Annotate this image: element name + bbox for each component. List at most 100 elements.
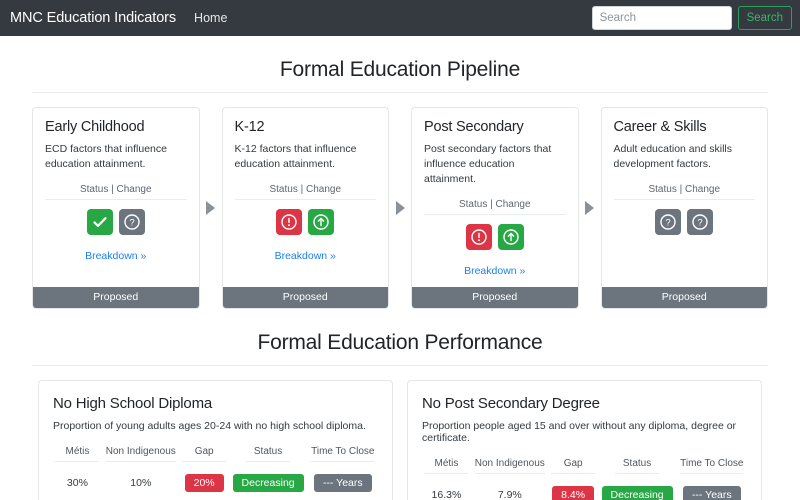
status-change-label: Status | Change — [613, 184, 755, 200]
pipeline-card-footer-status: Proposed — [222, 286, 388, 308]
pipeline-card-title: Early Childhood — [45, 119, 145, 135]
column-header-metis: Métis — [53, 446, 102, 466]
cell-status: Decreasing — [598, 478, 677, 500]
cell-time-to-close: --- Years — [308, 466, 378, 492]
pipeline-card-early-childhood[interactable]: Early Childhood ECD factors that influen… — [32, 107, 200, 309]
table-header-row: Métis Non Indigenous Gap Status Time To … — [53, 446, 378, 466]
brand-title: MNC Education Indicators — [10, 10, 177, 26]
pipeline-divider — [32, 92, 768, 93]
performance-table: Métis Non Indigenous Gap Status Time To … — [422, 458, 747, 500]
column-header-gap: Gap — [180, 446, 229, 466]
column-header-gap: Gap — [549, 458, 598, 478]
svg-text:?: ? — [129, 218, 134, 229]
question-icon[interactable]: ? — [687, 209, 714, 235]
performance-section: Formal Education Performance No High Sch… — [0, 309, 800, 500]
svg-text:?: ? — [666, 218, 671, 229]
status-badge: Decreasing — [232, 473, 304, 492]
breakdown-link[interactable]: Breakdown » — [464, 265, 525, 277]
pipeline-card-description: ECD factors that influence education att… — [45, 143, 167, 170]
pipeline-section: Formal Education Pipeline Early Childhoo… — [0, 36, 800, 309]
performance-card-description: Proportion of young adults ages 20-24 wi… — [53, 419, 366, 432]
performance-cards: No High School Diploma Proportion of you… — [32, 379, 768, 500]
performance-section-title: Formal Education Performance — [257, 330, 543, 354]
cell-gap: 8.4% — [549, 478, 598, 500]
pipeline-card-title: Career & Skills — [613, 119, 707, 135]
performance-card-no-post-secondary-degree: No Post Secondary Degree Proportion peop… — [407, 379, 762, 500]
cell-non-indigenous: 10% — [130, 476, 152, 489]
breakdown-link[interactable]: Breakdown » — [275, 250, 336, 262]
column-header-status: Status — [229, 446, 308, 466]
arrow-up-icon[interactable] — [497, 223, 524, 250]
cell-metis: 16.3% — [431, 488, 462, 500]
pipeline-card-title: Post Secondary — [424, 119, 524, 135]
column-header-metis: Métis — [422, 458, 471, 478]
pipeline-card-description: Post secondary factors that influence ed… — [424, 143, 552, 185]
gap-badge: 8.4% — [552, 485, 595, 500]
pipeline-card-title: K-12 — [234, 119, 265, 135]
cell-non-indigenous: 7.9% — [497, 488, 522, 500]
performance-divider — [32, 364, 768, 366]
exclamation-icon[interactable] — [465, 223, 492, 250]
gap-badge: 20% — [184, 473, 224, 492]
time-to-close-badge: --- Years — [682, 485, 741, 500]
breakdown-link-wrap — [614, 246, 756, 261]
performance-card-no-high-school-diploma: No High School Diploma Proportion of you… — [38, 379, 393, 500]
performance-table: Métis Non Indigenous Gap Status Time To … — [53, 446, 378, 492]
pipeline-card-description: Adult education and skills development f… — [613, 143, 733, 170]
status-change-icons: ? — [45, 209, 187, 235]
pipeline-cards: Early Childhood ECD factors that influen… — [32, 107, 768, 309]
pipeline-card-body: Career & Skills Adult education and skil… — [602, 108, 768, 287]
column-header-time-to-close: Time To Close — [308, 446, 378, 466]
time-to-close-badge: --- Years — [313, 473, 372, 492]
pipeline-card-footer-status: Proposed — [412, 286, 578, 308]
cell-metis: 30% — [66, 476, 88, 489]
question-icon[interactable]: ? — [118, 209, 145, 235]
navbar-search-form: Search — [591, 6, 792, 30]
svg-text:?: ? — [698, 218, 703, 229]
performance-card-description: Proportion people aged 15 and over witho… — [422, 419, 737, 444]
status-change-icons: ? ? — [614, 209, 756, 235]
pipeline-card-post-secondary[interactable]: Post Secondary Post secondary factors th… — [411, 107, 579, 309]
pipeline-arrow-icon — [389, 107, 411, 309]
status-change-label: Status | Change — [45, 184, 187, 200]
navbar: MNC Education Indicators Home Search — [0, 0, 800, 36]
column-header-time-to-close: Time To Close — [677, 458, 747, 478]
cell-status: Decreasing — [229, 466, 308, 492]
search-input[interactable] — [591, 6, 732, 30]
exclamation-icon[interactable] — [276, 209, 303, 235]
pipeline-card-k-12[interactable]: K-12 K-12 factors that influence educati… — [221, 107, 389, 309]
performance-card-title: No Post Secondary Degree — [422, 394, 600, 412]
cell-gap: 20% — [180, 466, 229, 492]
table-header-row: Métis Non Indigenous Gap Status Time To … — [422, 458, 747, 478]
column-header-non-indigenous: Non Indigenous — [471, 458, 549, 478]
pipeline-card-footer-status: Proposed — [601, 286, 767, 308]
column-header-status: Status — [598, 458, 677, 478]
status-change-label: Status | Change — [234, 184, 376, 200]
status-badge: Decreasing — [601, 485, 673, 500]
pipeline-card-footer-status: Proposed — [33, 286, 199, 308]
nav-link-home[interactable]: Home — [194, 11, 227, 25]
search-button[interactable]: Search — [737, 6, 792, 30]
column-header-non-indigenous: Non Indigenous — [102, 446, 180, 466]
breakdown-link-wrap: Breakdown » — [45, 246, 187, 264]
pipeline-card-career-skills[interactable]: Career & Skills Adult education and skil… — [600, 107, 768, 309]
performance-card-title: No High School Diploma — [53, 394, 213, 412]
breakdown-link-wrap: Breakdown » — [424, 261, 566, 279]
cell-time-to-close: --- Years — [677, 478, 747, 500]
arrow-up-icon[interactable] — [308, 209, 335, 235]
pipeline-card-description: K-12 factors that influence education at… — [234, 143, 357, 170]
table-row: 16.3% 7.9% 8.4% Decreasing --- Years — [422, 478, 747, 500]
table-row: 30% 10% 20% Decreasing --- Years — [53, 466, 378, 492]
pipeline-section-title: Formal Education Pipeline — [279, 58, 521, 81]
pipeline-arrow-icon — [579, 107, 601, 309]
pipeline-arrow-icon — [200, 107, 222, 309]
pipeline-card-body: K-12 K-12 factors that influence educati… — [223, 108, 389, 287]
status-change-icons — [235, 209, 377, 235]
breakdown-link-wrap: Breakdown » — [235, 246, 377, 264]
question-icon[interactable]: ? — [655, 209, 682, 235]
pipeline-card-body: Post Secondary Post secondary factors th… — [412, 108, 578, 287]
status-change-label: Status | Change — [424, 199, 566, 215]
breakdown-link[interactable]: Breakdown » — [85, 250, 146, 262]
check-icon[interactable] — [86, 209, 113, 235]
nav-links: Home — [194, 11, 227, 25]
